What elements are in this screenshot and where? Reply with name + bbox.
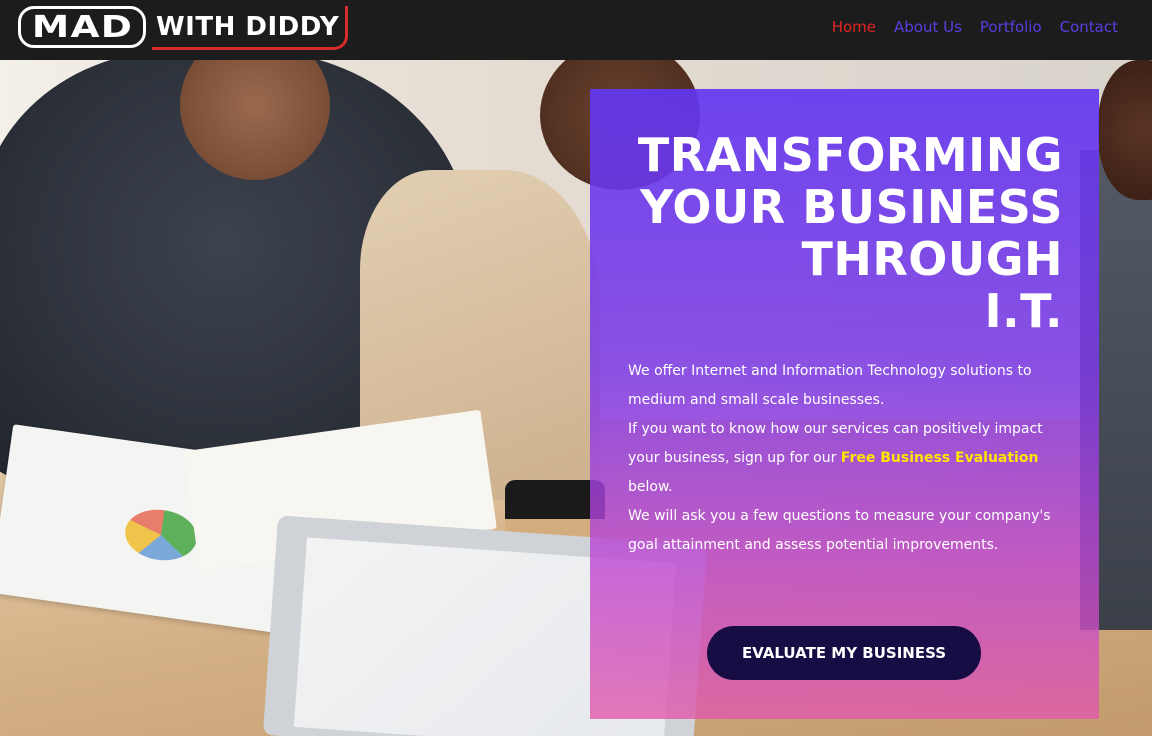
- headline-line-1: TRANSFORMING: [637, 128, 1063, 182]
- description-paragraph-1: We offer Internet and Information Techno…: [628, 363, 1032, 408]
- description-paragraph-3: We will ask you a few questions to measu…: [628, 508, 1051, 553]
- headline-line-2: YOUR BUSINESS: [640, 180, 1063, 234]
- main-menu: Home About Us Portfolio Contact: [832, 16, 1118, 40]
- hero-description: We offer Internet and Information Techno…: [628, 357, 1068, 560]
- nav-link-home[interactable]: Home: [832, 16, 876, 40]
- nav-link-portfolio[interactable]: Portfolio: [980, 16, 1042, 40]
- hero-overlay-card: TRANSFORMING YOUR BUSINESS THROUGH I.T. …: [590, 89, 1099, 719]
- top-navigation-bar: MAD WITH DIDDY Home About Us Portfolio C…: [0, 0, 1152, 60]
- paragraph-2-text-after: below.: [628, 479, 673, 495]
- nav-link-contact[interactable]: Contact: [1060, 16, 1118, 40]
- logo-mark-text: MAD: [31, 9, 133, 45]
- headline-line-4: I.T.: [984, 284, 1063, 338]
- evaluate-my-business-button[interactable]: EVALUATE MY BUSINESS: [707, 626, 981, 680]
- hero-headline: TRANSFORMING YOUR BUSINESS THROUGH I.T.: [603, 129, 1063, 337]
- free-business-evaluation-highlight: Free Business Evaluation: [840, 450, 1039, 466]
- logo-text: WITH DIDDY: [156, 12, 340, 42]
- nav-link-about-us[interactable]: About Us: [894, 16, 962, 40]
- description-paragraph-2: If you want to know how our services can…: [628, 415, 1068, 502]
- headline-line-3: THROUGH: [801, 232, 1063, 286]
- site-logo[interactable]: MAD WITH DIDDY: [18, 6, 350, 52]
- logo-mark-badge: MAD: [18, 6, 146, 48]
